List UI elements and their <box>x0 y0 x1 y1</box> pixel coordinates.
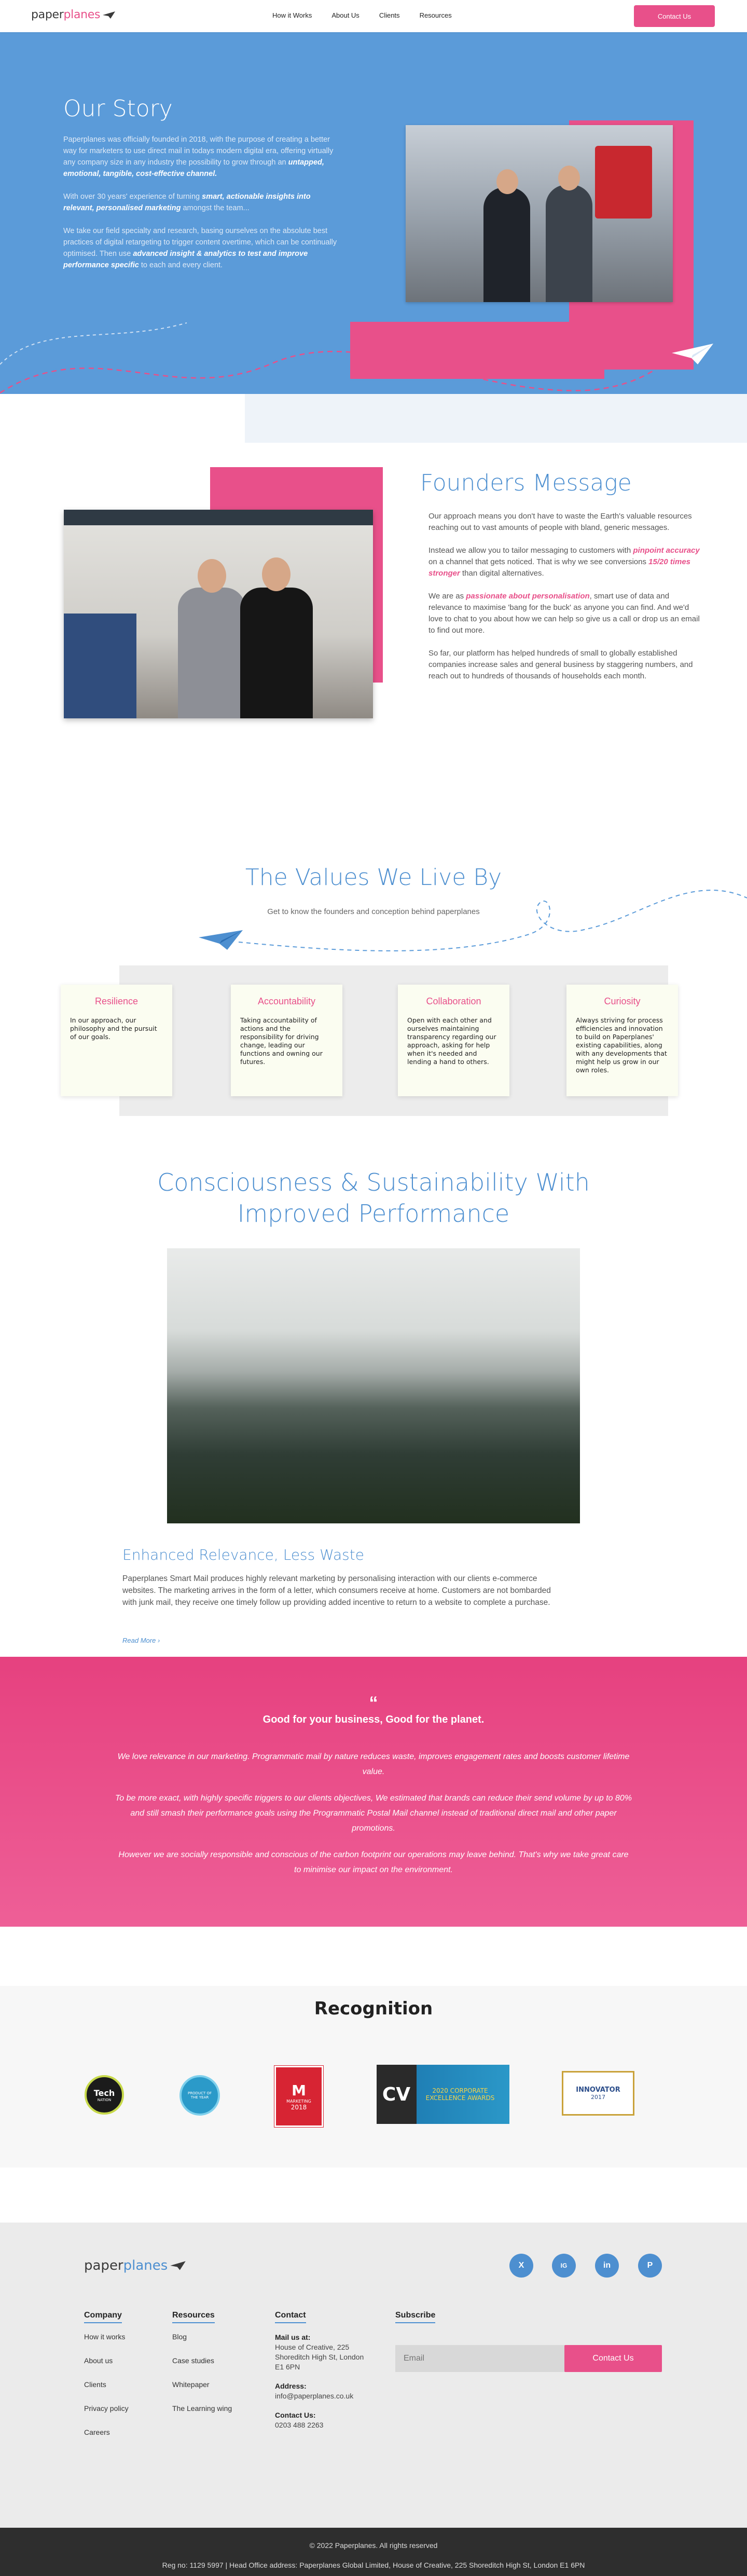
x-twitter-icon[interactable]: X <box>509 2254 533 2278</box>
footer-logo[interactable]: paper planes <box>84 2258 186 2273</box>
decor-pink-block <box>350 322 604 379</box>
footer-link-whitepaper[interactable]: Whitepaper <box>172 2380 232 2389</box>
copyright-text: © 2022 Paperplanes. All rights reserved <box>309 2541 438 2550</box>
product-award-badge: PRODUCT OF THE YEAR <box>179 2075 220 2116</box>
founders-street-photo <box>406 125 673 302</box>
footer-link-clients[interactable]: Clients <box>84 2380 129 2389</box>
paper-plane-icon <box>199 930 243 950</box>
value-card-accountability: Accountability Taking accountability of … <box>231 985 342 1096</box>
cv-magazine-badge: CV 2020 CORPORATE EXCELLENCE AWARDS <box>377 2065 509 2124</box>
footer-resources-column: Resources Blog Case studies Whitepaper T… <box>172 2311 232 2413</box>
main-nav: How it Works About Us Clients Resources <box>272 11 452 19</box>
founders-message-title: Founders Message <box>420 470 632 496</box>
pinterest-icon[interactable]: P <box>638 2254 662 2278</box>
founders-message-text: Our approach means you don't have to was… <box>428 512 700 680</box>
footer-contact-column: Contact Mail us at: House of Creative, 2… <box>275 2311 368 2430</box>
footer-subscribe-column: Subscribe <box>395 2311 436 2333</box>
innovator-award-badge: INNOVATOR 2017 <box>562 2071 634 2116</box>
nav-resources[interactable]: Resources <box>420 11 452 19</box>
value-card-collaboration: Collaboration Open with each other and o… <box>398 985 509 1096</box>
value-card-curiosity: Curiosity Always striving for process ef… <box>566 985 678 1096</box>
good-for-planet-heading: Good for your business, Good for the pla… <box>262 1714 485 1725</box>
footer-link-blog[interactable]: Blog <box>172 2333 232 2341</box>
footer-bottom-bar: © 2022 Paperplanes. All rights reserved … <box>0 2528 747 2576</box>
nav-how-it-works[interactable]: How it Works <box>272 11 312 19</box>
misty-forest-image <box>167 1248 580 1523</box>
nav-about-us[interactable]: About Us <box>331 11 359 19</box>
story-title: Our Story <box>63 96 173 122</box>
quote-icon: “ <box>369 1693 378 1713</box>
footer-phone-link[interactable]: 0203 488 2263 <box>275 2420 368 2430</box>
linkedin-icon[interactable]: in <box>595 2254 619 2278</box>
value-card-resilience: Resilience In our approach, our philosop… <box>61 985 172 1096</box>
footer-link-how-it-works[interactable]: How it works <box>84 2333 129 2341</box>
footer-company-column: Company How it works About us Clients Pr… <box>84 2311 129 2436</box>
chevron-right-icon: › <box>157 1637 160 1644</box>
values-title: The Values We Live By <box>245 864 502 891</box>
our-story-section: Our Story Paperplanes was officially fou… <box>0 32 747 394</box>
footer-link-case-studies[interactable]: Case studies <box>172 2356 232 2365</box>
photo-bus <box>595 146 652 219</box>
footer-link-about-us[interactable]: About us <box>84 2356 129 2365</box>
logo[interactable]: paper planes <box>31 8 116 21</box>
paper-plane-icon <box>170 2261 186 2270</box>
recognition-title: Recognition <box>314 1998 433 2019</box>
subscribe-email-input[interactable] <box>395 2345 566 2372</box>
founders-photo <box>64 510 373 718</box>
instagram-icon[interactable]: IG <box>552 2254 576 2278</box>
footer-link-learning-wing[interactable]: The Learning wing <box>172 2404 232 2413</box>
good-for-planet-text: We love relevance in our marketing. Prog… <box>115 1752 632 1874</box>
enhanced-relevance-text: Paperplanes Smart Mail produces highly r… <box>122 1574 551 1607</box>
contact-us-button[interactable]: Contact Us <box>634 5 715 27</box>
read-more-link[interactable]: Read More › <box>122 1637 160 1644</box>
marketing-award-badge: M MARKETING 2018 <box>274 2065 324 2128</box>
registration-text: Reg no: 1129 5997 | Head Office address:… <box>162 2561 585 2569</box>
story-text: Paperplanes was officially founded in 20… <box>63 135 337 269</box>
paper-plane-icon <box>103 11 116 19</box>
values-subtitle: Get to know the founders and conception … <box>267 907 480 916</box>
sustainability-title: Consciousness & Sustainability With Impr… <box>157 1168 590 1228</box>
decor-strip <box>245 394 747 443</box>
footer-link-careers[interactable]: Careers <box>84 2428 129 2436</box>
enhanced-relevance-title: Enhanced Relevance, Less Waste <box>122 1546 364 1563</box>
footer-email-link[interactable]: info@paperplanes.co.uk <box>275 2391 368 2401</box>
nav-clients[interactable]: Clients <box>379 11 400 19</box>
values-flight-path-decoration <box>199 890 747 951</box>
footer-link-privacy-policy[interactable]: Privacy policy <box>84 2404 129 2413</box>
tech-nation-badge: Tech NATION <box>85 2075 124 2115</box>
site-header: paper planes How it Works About Us Client… <box>0 0 747 32</box>
subscribe-contact-button[interactable]: Contact Us <box>564 2345 662 2372</box>
